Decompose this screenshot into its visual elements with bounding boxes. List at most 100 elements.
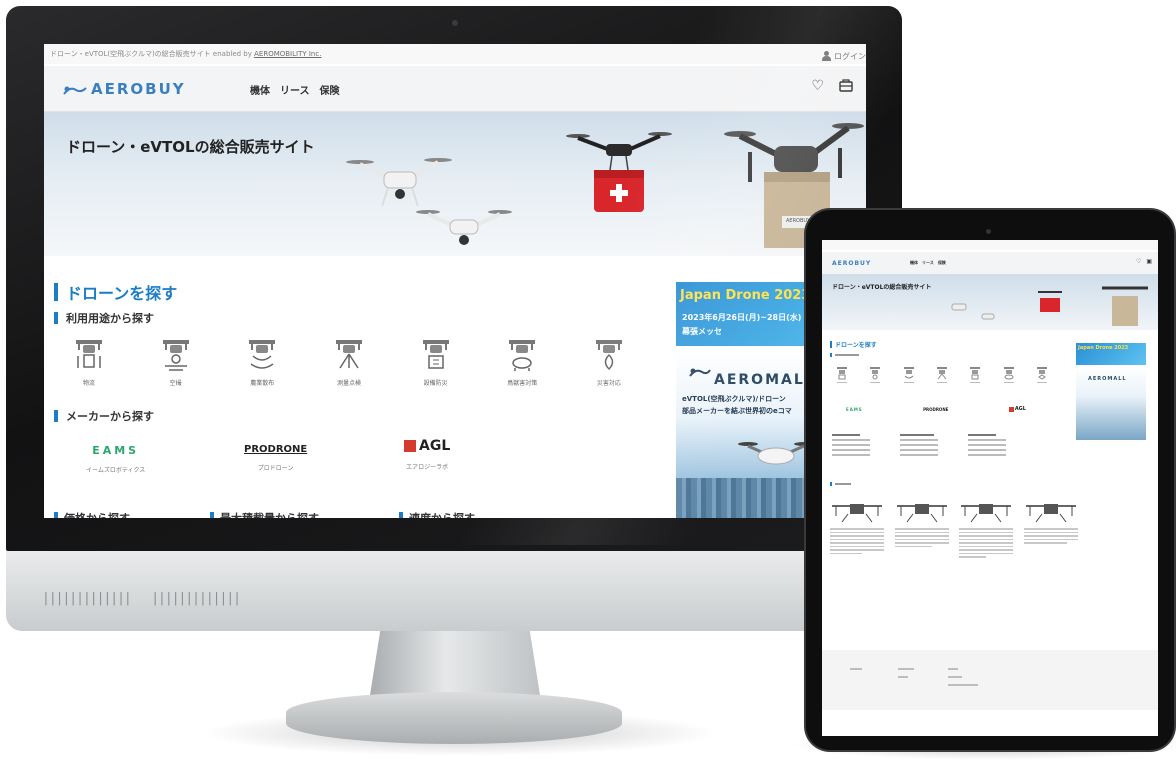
footer-link[interactable]	[898, 676, 908, 678]
tablet-nav: 機体 リース 保険	[910, 260, 946, 266]
login-label: ログイン	[834, 51, 866, 61]
logistics-drone-icon	[76, 340, 102, 368]
hero-title: ドローン・eVTOLの総合販売サイト	[66, 138, 315, 156]
tablet-product-card[interactable]	[959, 498, 1014, 558]
footer-link[interactable]	[898, 668, 914, 670]
search-by-payload[interactable]: 最大積載量から探す	[210, 510, 319, 518]
use-survey[interactable]: 測量点検	[314, 338, 384, 387]
tablet-use-item[interactable]	[965, 366, 985, 383]
nav-item-lease[interactable]: リース	[280, 82, 310, 97]
col-line[interactable]	[968, 449, 1006, 451]
tablet-hero: ドローン・eVTOLの総合販売サイト	[822, 274, 1158, 330]
tablet-use-item[interactable]	[932, 366, 952, 383]
tablet-aeromall-banner[interactable]: AEROMALL	[1076, 366, 1146, 440]
cart-icon[interactable]	[838, 78, 854, 92]
parcel-label: AEROBUY	[786, 218, 811, 224]
search-by-price[interactable]: 価格から探す	[54, 510, 130, 518]
monitor-camera	[452, 20, 458, 26]
login-link[interactable]: ログイン	[822, 44, 866, 64]
desktop-screen: ドローン・eVTOL(空飛ぶクルマ)の総合販売サイト enabled by AE…	[44, 44, 866, 518]
col-line[interactable]	[968, 444, 1006, 446]
section-bar	[830, 341, 832, 348]
footer-link[interactable]	[850, 668, 862, 670]
tablet-nav-lease[interactable]: リース	[922, 260, 934, 266]
col-line[interactable]	[900, 444, 938, 446]
use-aerial-photo[interactable]: 空撮	[141, 338, 211, 387]
tablet-maker-eams[interactable]: EAMS	[846, 407, 863, 412]
tablet-use-item[interactable]	[999, 366, 1019, 383]
tablet-use-list	[832, 366, 1052, 383]
tablet-product-list	[830, 498, 1078, 558]
maker-logo-eams: EAMS	[92, 444, 140, 457]
col-line[interactable]	[832, 439, 870, 441]
use-label: 物流	[82, 380, 95, 387]
tablet-use-item[interactable]	[832, 366, 852, 383]
site-logo[interactable]: AEROBUY	[62, 80, 186, 98]
spraying-drone-icon	[249, 340, 276, 369]
tablet-use-item[interactable]	[1032, 366, 1052, 383]
col-line[interactable]	[832, 444, 870, 446]
footer-link[interactable]	[948, 676, 962, 678]
tablet-maker-agl[interactable]: AGL	[1008, 406, 1026, 412]
col-line[interactable]	[900, 439, 938, 441]
tablet-subsection-use	[830, 353, 859, 357]
search-by-payload-label: 最大積載量から探す	[220, 510, 319, 518]
footer-link[interactable]	[948, 668, 958, 670]
tablet-use-item[interactable]	[865, 366, 885, 383]
heart-icon[interactable]: ♡	[811, 78, 824, 94]
use-label: 農業散布	[250, 380, 275, 387]
company-link[interactable]: AEROMOBILITY Inc.	[254, 50, 321, 58]
tablet-use-item[interactable]	[899, 366, 919, 383]
tablet-banner-title: Japan Drone 2023	[1078, 345, 1129, 351]
tablet-maker-agl-text: AGL	[1014, 406, 1026, 412]
use-logistics[interactable]: 物流	[54, 338, 124, 387]
tablet-logo[interactable]: AEROBUY	[832, 260, 871, 267]
nav-item-aircraft[interactable]: 機体	[250, 82, 270, 97]
aeromall-line1: eVTOL(空飛ぶクルマ)/ドローン	[682, 395, 786, 403]
tablet-footer	[822, 650, 1158, 710]
use-disaster-response[interactable]: 災害対応	[574, 338, 644, 387]
product-mockup: ||||||||||||| ||||||||||||| ドローン・eVTOL(空…	[0, 0, 1176, 762]
banner-venue: 幕張メッセ	[682, 327, 722, 336]
tablet-nav-aircraft[interactable]: 機体	[910, 260, 918, 266]
tablet-product-card[interactable]	[1023, 498, 1078, 558]
tablet-use-label	[1036, 382, 1047, 383]
drone-icon	[837, 367, 847, 380]
tablet-use-label	[970, 382, 981, 383]
maker-prodrone[interactable]: PRODRONE プロドローン	[244, 444, 307, 472]
nav-item-insurance[interactable]: 保険	[320, 82, 340, 97]
maker-eams[interactable]: EAMS イームズロボティクス	[86, 444, 145, 474]
tablet-nav-insurance[interactable]: 保険	[938, 260, 946, 266]
col-line[interactable]	[832, 454, 870, 456]
tablet-use-label	[837, 382, 847, 383]
tablet-product-card[interactable]	[830, 498, 884, 558]
use-facility-disaster-prevention[interactable]: 設備防災	[401, 338, 471, 387]
use-wildlife-damage[interactable]: 鳥獣害対策	[487, 338, 557, 387]
tablet-product-card[interactable]	[894, 498, 949, 558]
col-line[interactable]	[900, 454, 938, 456]
maker-logo-prodrone: PRODRONE	[244, 444, 308, 455]
wildlife-drone-icon	[509, 340, 536, 371]
tablet-featured-heading	[830, 482, 851, 486]
col-line[interactable]	[900, 449, 938, 451]
col-line[interactable]	[832, 449, 870, 451]
drone-logo-icon	[689, 368, 711, 377]
more-search-categories: 価格から探す 最大積載量から探す 速度から探す	[54, 510, 475, 518]
survey-drone-icon	[335, 340, 362, 369]
heart-icon[interactable]: ♡	[1136, 258, 1141, 265]
maker-agl[interactable]: AGL エアロジーラボ	[404, 438, 450, 471]
cart-icon[interactable]: ▣	[1146, 258, 1152, 265]
col-line[interactable]	[968, 439, 1006, 441]
footer-link[interactable]	[948, 684, 978, 686]
use-agriculture[interactable]: 農業散布	[227, 338, 297, 387]
col-line[interactable]	[968, 454, 1006, 456]
section-bar	[54, 410, 58, 422]
tablet-camera	[986, 229, 991, 234]
use-label: 鳥獣害対策	[507, 380, 538, 387]
col-heading	[900, 434, 934, 436]
search-by-speed[interactable]: 速度から探す	[399, 510, 475, 518]
drone-icon	[1036, 367, 1047, 380]
tablet-product-desc	[830, 528, 884, 554]
tablet-japan-drone-banner[interactable]: Japan Drone 2023	[1076, 343, 1146, 365]
tablet-maker-prodrone[interactable]: PRODRONE	[923, 407, 948, 412]
